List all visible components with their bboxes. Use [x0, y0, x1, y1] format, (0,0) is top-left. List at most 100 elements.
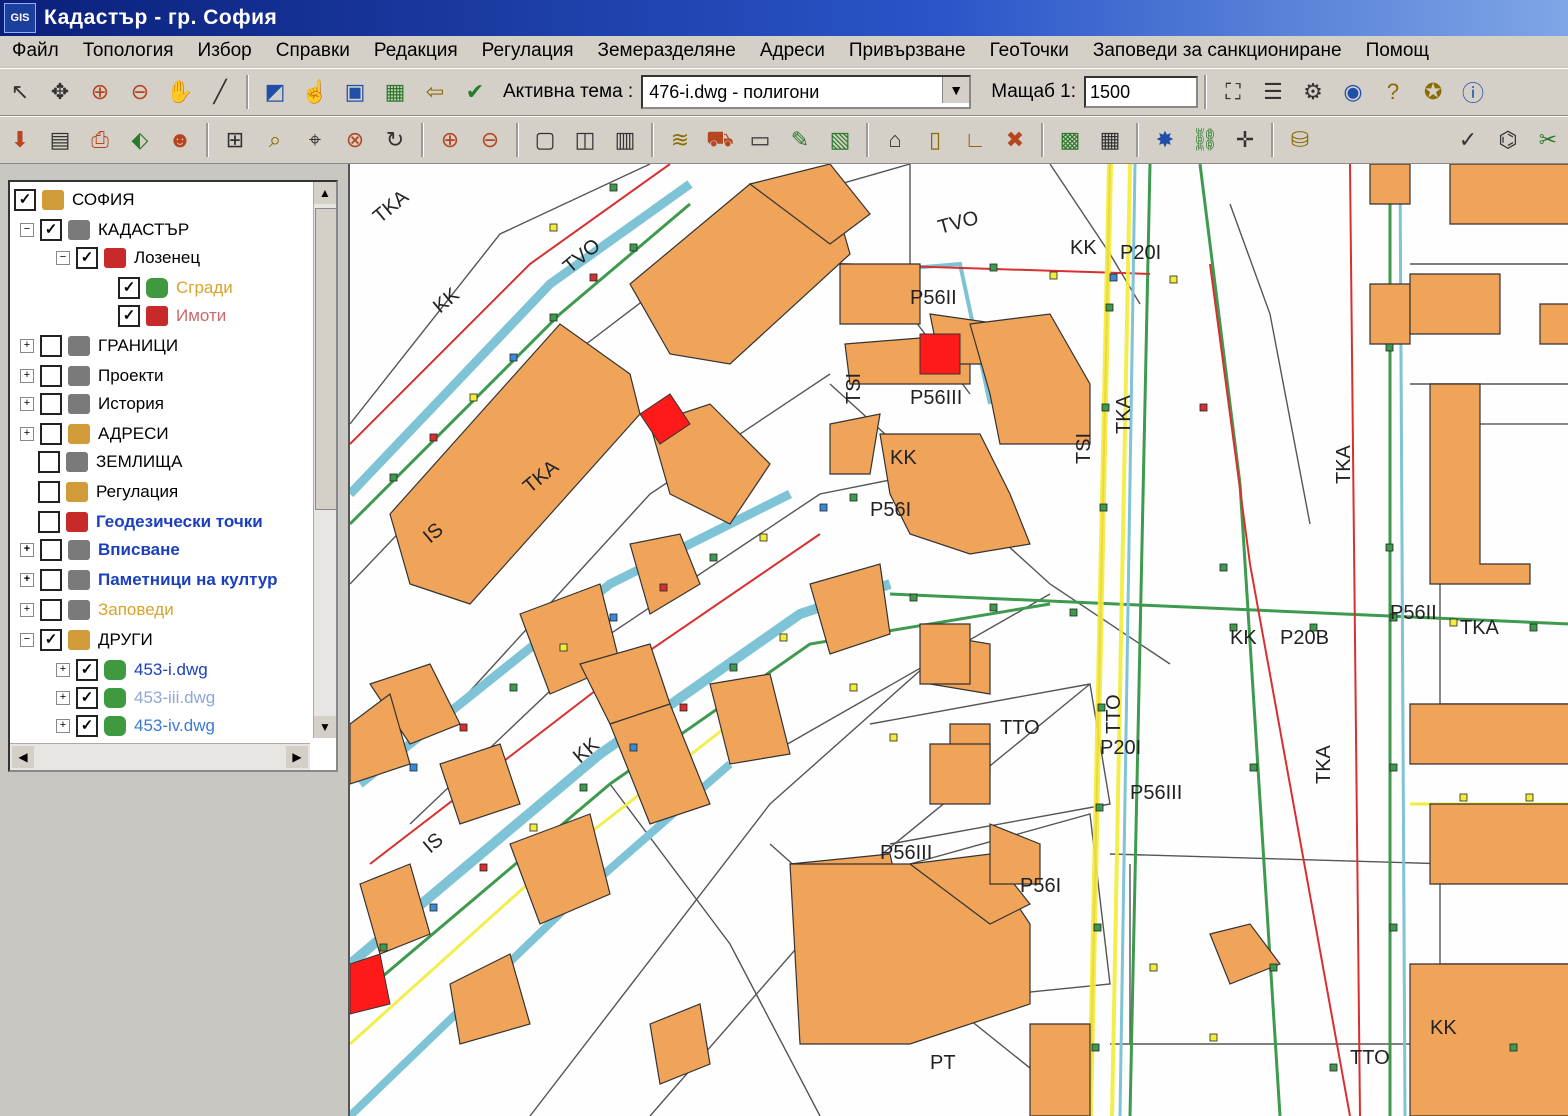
expand-toggle[interactable]: +	[20, 573, 34, 587]
list-icon[interactable]: ☰	[1256, 75, 1290, 109]
users-icon[interactable]: ☻	[163, 123, 197, 157]
checkbox-checked[interactable]: ✓	[118, 277, 140, 299]
check-route-icon[interactable]: ✔	[458, 75, 492, 109]
pan-hand-icon[interactable]: ✋	[163, 75, 197, 109]
cube-icon[interactable]: ▩	[1053, 123, 1087, 157]
frame-icon[interactable]: ▢	[528, 123, 562, 157]
window-icon[interactable]: ◫	[568, 123, 602, 157]
checkbox-checked[interactable]: ✓	[76, 687, 98, 709]
expand-toggle[interactable]: +	[20, 369, 34, 383]
tree-node-sofia[interactable]: ✓ СОФИЯ	[14, 186, 135, 214]
scroll-right-icon[interactable]: ▶	[286, 746, 308, 768]
expand-toggle[interactable]: +	[20, 543, 34, 557]
pen-icon[interactable]: ✎	[783, 123, 817, 157]
tree-node-cadastre[interactable]: − ✓ КАДАСТЪР	[20, 216, 189, 244]
checkbox-unchecked[interactable]	[40, 423, 62, 445]
angle-icon[interactable]: ∟	[958, 123, 992, 157]
tree-horizontal-scrollbar[interactable]: ◀ ▶	[10, 743, 310, 770]
checkmark-icon[interactable]: ✓	[1451, 123, 1485, 157]
tree-node-regulation[interactable]: Регулация	[20, 478, 178, 506]
tree-node-453-iv[interactable]: + ✓ 453-iv.dwg	[56, 712, 215, 738]
settings-gear-icon[interactable]: ⚙	[1296, 75, 1330, 109]
tree-node-projects[interactable]: + Проекти	[20, 362, 164, 390]
menu-edit[interactable]: Редакция	[362, 40, 470, 62]
binoculars-icon[interactable]: ⌬	[1491, 123, 1525, 157]
scroll-up-icon[interactable]: ▲	[314, 182, 336, 204]
expand-toggle[interactable]: +	[20, 339, 34, 353]
tree-node-addresses[interactable]: + АДРЕСИ	[20, 420, 169, 448]
layers-stack-icon[interactable]: ≋	[663, 123, 697, 157]
checkbox-unchecked[interactable]	[38, 451, 60, 473]
tree-node-buildings[interactable]: ✓ Сгради	[118, 274, 233, 302]
checkbox-checked[interactable]: ✓	[40, 219, 62, 241]
zoom-in-icon[interactable]: ⊕	[83, 75, 117, 109]
checkbox-checked[interactable]: ✓	[76, 659, 98, 681]
zoom-selection-icon[interactable]: ⊗	[338, 123, 372, 157]
checkbox-checked[interactable]: ✓	[40, 629, 62, 651]
tree-node-453-i[interactable]: + ✓ 453-i.dwg	[56, 656, 208, 684]
tools-icon[interactable]: ✂	[1531, 123, 1565, 157]
menu-reports[interactable]: Справки	[264, 40, 362, 62]
help-question-icon[interactable]: ?	[1376, 75, 1410, 109]
grid-icon[interactable]: ▦	[378, 75, 412, 109]
tree-node-borders[interactable]: + ГРАНИЦИ	[20, 332, 178, 360]
minus-icon[interactable]: ⊖	[473, 123, 507, 157]
menu-addresses[interactable]: Адреси	[748, 40, 837, 62]
tree-node-lozenets[interactable]: − ✓ Лозенец	[56, 244, 200, 272]
previous-view-icon[interactable]: ◩	[258, 75, 292, 109]
collapse-toggle[interactable]: −	[20, 633, 34, 647]
menu-file[interactable]: Файл	[0, 40, 71, 62]
document-icon[interactable]: ▯	[918, 123, 952, 157]
tree-node-lands[interactable]: ЗЕМЛИЩА	[20, 448, 182, 476]
checkbox-checked[interactable]: ✓	[76, 247, 98, 269]
building-icon[interactable]: ⌂	[878, 123, 912, 157]
expand-toggle[interactable]: +	[56, 719, 70, 733]
open-icon[interactable]: ⬇	[3, 123, 37, 157]
zoom-extent-icon[interactable]: ⊞	[218, 123, 252, 157]
plus-icon[interactable]: ⊕	[433, 123, 467, 157]
layer-move-icon[interactable]: ▣	[338, 75, 372, 109]
scroll-down-icon[interactable]: ▼	[314, 716, 336, 738]
measure-line-icon[interactable]: ╱	[203, 75, 237, 109]
tree-node-history[interactable]: + История	[20, 390, 164, 418]
save-icon[interactable]: ▤	[43, 123, 77, 157]
database-icon[interactable]: ⛁	[1283, 123, 1317, 157]
menu-binding[interactable]: Привързване	[837, 40, 978, 62]
tree-node-others[interactable]: − ✓ ДРУГИ	[20, 626, 153, 654]
menu-sanction-orders[interactable]: Заповеди за санкциониране	[1081, 40, 1354, 62]
checkbox-checked[interactable]: ✓	[76, 715, 98, 737]
tree-node-geodetic-points[interactable]: Геодезически точки	[20, 508, 263, 536]
select-icon[interactable]: ✥	[43, 75, 77, 109]
checkbox-unchecked[interactable]	[38, 511, 60, 533]
checkbox-unchecked[interactable]	[40, 335, 62, 357]
zoom-out-icon[interactable]: ⊖	[123, 75, 157, 109]
chevron-down-icon[interactable]: ▼	[942, 77, 970, 103]
map-canvas[interactable]: TKA TKA TVO TVO KK KK KK KK KK IS IS TSI…	[348, 164, 1568, 1116]
map-sheet-icon[interactable]: ▧	[823, 123, 857, 157]
checkbox-unchecked[interactable]	[40, 365, 62, 387]
checkbox-unchecked[interactable]	[40, 569, 62, 591]
points-icon[interactable]: ✸	[1148, 123, 1182, 157]
checkbox-unchecked[interactable]	[40, 599, 62, 621]
tree-node-registration[interactable]: + Вписване	[20, 536, 180, 564]
collapse-toggle[interactable]: −	[56, 251, 70, 265]
expand-toggle[interactable]: +	[20, 397, 34, 411]
tree-node-orders[interactable]: + Заповеди	[20, 596, 174, 624]
collapse-toggle[interactable]: −	[20, 223, 34, 237]
zoom-window-icon[interactable]: ⌖	[298, 123, 332, 157]
checkbox-unchecked[interactable]	[40, 539, 62, 561]
expand-toggle[interactable]: +	[56, 663, 70, 677]
pointer-icon[interactable]: ↖	[3, 75, 37, 109]
tree-node-453-iii[interactable]: + ✓ 453-iii.dwg	[56, 684, 215, 712]
expand-toggle[interactable]: +	[20, 427, 34, 441]
info-tool-icon[interactable]: ☝	[298, 75, 332, 109]
tree-vertical-scrollbar[interactable]: ▲ ▼	[313, 182, 337, 738]
tree-node-properties[interactable]: ✓ Имоти	[118, 302, 226, 330]
crosshair-icon[interactable]: ✛	[1228, 123, 1262, 157]
zoom-layer-icon[interactable]: ⌕	[258, 123, 292, 157]
cadastral-map[interactable]: TKA TKA TVO TVO KK KK KK KK KK IS IS TSI…	[350, 164, 1568, 1116]
grid-table-icon[interactable]: ▦	[1093, 123, 1127, 157]
menu-regulation[interactable]: Регулация	[470, 40, 586, 62]
scale-input[interactable]	[1084, 76, 1199, 108]
scroll-thumb[interactable]	[315, 208, 337, 510]
